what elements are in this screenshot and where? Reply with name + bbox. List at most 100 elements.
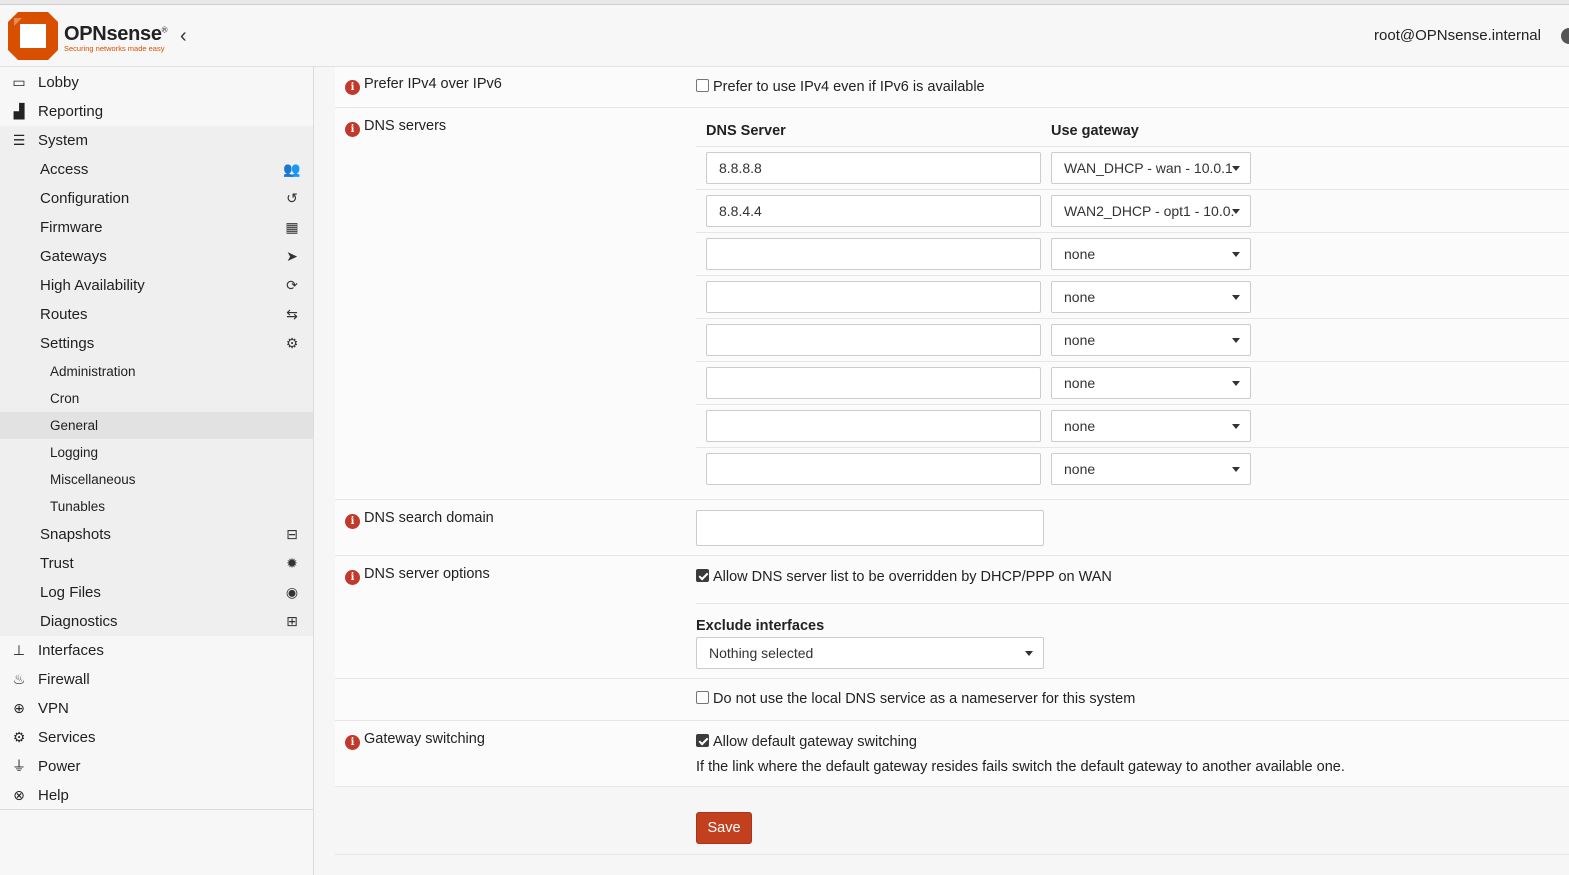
sidebar-item-label: System: [38, 132, 89, 149]
info-icon[interactable]: i: [345, 514, 360, 529]
sidebar-item-label: Configuration: [40, 190, 130, 207]
gateway-select[interactable]: WAN2_DHCP - opt1 - 10.0.:: [1051, 195, 1251, 227]
table-divider: [696, 318, 1569, 319]
sidebar-item-label: Services: [38, 729, 96, 746]
brand-tagline: Securing networks made easy: [64, 44, 165, 53]
row-gateway-switching: i Gateway switching Allow default gateway…: [335, 721, 1569, 787]
table-divider: [696, 361, 1569, 362]
history-icon: ↺: [286, 190, 298, 206]
dns-server-input[interactable]: [706, 410, 1041, 442]
sidebar-item-reporting[interactable]: ▟ Reporting: [0, 97, 313, 126]
sidebar-item-label: Routes: [40, 306, 88, 323]
sidebar-item-vpn[interactable]: ⊕ VPN: [0, 694, 313, 723]
dns-server-input[interactable]: [706, 367, 1041, 399]
sidebar-item-interfaces[interactable]: ⊥ Interfaces: [0, 636, 313, 665]
selected-value: none: [1064, 332, 1096, 348]
sidebar-item-label: Administration: [50, 364, 136, 379]
info-icon[interactable]: i: [345, 122, 360, 137]
cogs-icon: ⚙: [285, 335, 299, 351]
selected-value: none: [1064, 418, 1096, 434]
row-dns-servers: i DNS servers DNS Server Use gateway 8.8.…: [335, 108, 1569, 500]
exclude-interfaces-label: Exclude interfaces: [696, 618, 825, 634]
caret-down-icon: [1232, 209, 1240, 214]
sidebar-item-trust[interactable]: Trust ✹: [0, 549, 313, 578]
checkbox-label: Do not use the local DNS service as a na…: [713, 691, 1136, 707]
dns-server-input[interactable]: [706, 281, 1041, 313]
gateway-switching-checkbox[interactable]: [696, 734, 709, 747]
sidebar-item-label: Firmware: [40, 219, 103, 236]
selected-value: none: [1064, 289, 1096, 305]
sidebar-item-gateways[interactable]: Gateways ➤: [0, 242, 313, 271]
sidebar-item-system[interactable]: ☰ System: [0, 126, 313, 155]
sidebar-item-snapshots[interactable]: Snapshots ⊟: [0, 520, 313, 549]
dns-server-input[interactable]: 8.8.4.4: [706, 195, 1041, 227]
sidebar-item-label: Miscellaneous: [50, 472, 136, 487]
sidebar-item-log-files[interactable]: Log Files ◉: [0, 578, 313, 607]
checkbox-label: Allow DNS server list to be overridden b…: [713, 569, 1112, 585]
sidebar-item-miscellaneous[interactable]: Miscellaneous: [0, 466, 313, 493]
sidebar-item-cron[interactable]: Cron: [0, 385, 313, 412]
opnsense-logo-icon: [8, 12, 58, 60]
sidebar-item-logging[interactable]: Logging: [0, 439, 313, 466]
gateway-select[interactable]: none: [1051, 367, 1251, 399]
sidebar-item-configuration[interactable]: Configuration ↺: [0, 184, 313, 213]
sidebar-item-firmware[interactable]: Firmware ▦: [0, 213, 313, 242]
sidebar-item-firewall[interactable]: ♨ Firewall: [0, 665, 313, 694]
gateway-select[interactable]: none: [1051, 238, 1251, 270]
sidebar-item-general[interactable]: General: [0, 412, 313, 439]
prefer-ipv4-checkbox[interactable]: [696, 79, 709, 92]
caret-down-icon: [1232, 338, 1240, 343]
user-avatar[interactable]: [1561, 28, 1569, 44]
sidebar-item-routes[interactable]: Routes ⇆: [0, 300, 313, 329]
medkit-icon: ⊞: [286, 613, 298, 629]
dns-search-domain-input[interactable]: [696, 510, 1044, 546]
caret-down-icon: [1232, 166, 1240, 171]
sidebar-item-label: Tunables: [50, 499, 106, 514]
info-icon[interactable]: i: [345, 570, 360, 585]
sidebar-item-help[interactable]: ⊗ Help: [0, 781, 313, 810]
dns-server-input[interactable]: [706, 324, 1041, 356]
gateway-select[interactable]: none: [1051, 281, 1251, 313]
sidebar-item-settings[interactable]: Settings ⚙: [0, 329, 313, 358]
sidebar-item-access[interactable]: Access 👥: [0, 155, 313, 184]
sidebar-item-services[interactable]: ⚙ Services: [0, 723, 313, 752]
gateway-select[interactable]: none: [1051, 324, 1251, 356]
save-button[interactable]: Save: [696, 812, 752, 844]
row-dns-search-domain: i DNS search domain: [335, 500, 1569, 556]
eye-icon: ◉: [285, 584, 299, 600]
use-gateway-column-header: Use gateway: [1051, 123, 1139, 139]
sidebar-divider: [0, 809, 314, 810]
sidebar-item-administration[interactable]: Administration: [0, 358, 313, 385]
caret-down-icon: [1232, 424, 1240, 429]
sidebar-item-lobby[interactable]: ▭ Lobby: [0, 68, 313, 97]
collapse-sidebar-icon[interactable]: ‹: [180, 25, 187, 48]
map-signs-icon: ⇆: [286, 306, 298, 322]
exclude-interfaces-select[interactable]: Nothing selected: [696, 637, 1044, 669]
row-save: Save: [335, 787, 1569, 855]
sidebar-item-diagnostics[interactable]: Diagnostics ⊞: [0, 607, 313, 636]
table-divider: [696, 146, 1569, 147]
sidebar-item-tunables[interactable]: Tunables: [0, 493, 313, 520]
laptop-icon: ▭: [12, 74, 26, 90]
no-local-dns-checkbox[interactable]: [696, 691, 709, 704]
sidebar-item-high-availability[interactable]: High Availability ⟳: [0, 271, 313, 300]
dns-server-input[interactable]: [706, 238, 1041, 270]
info-icon[interactable]: i: [345, 735, 360, 750]
gateway-select[interactable]: none: [1051, 453, 1251, 485]
plug-icon: ⏚: [12, 758, 26, 774]
info-icon[interactable]: i: [345, 80, 360, 95]
sidebar-item-power[interactable]: ⏚ Power: [0, 752, 313, 781]
gateway-select[interactable]: WAN_DHCP - wan - 10.0.1.: [1051, 152, 1251, 184]
brand-name: OPNsense: [64, 23, 162, 45]
allow-override-checkbox[interactable]: [696, 569, 709, 582]
top-header: OPNsense® Securing networks made easy ‹ …: [0, 5, 1569, 67]
user-menu[interactable]: root@OPNsense.internal: [1374, 27, 1541, 44]
sidebar-item-label: General: [50, 418, 99, 433]
gateway-select[interactable]: none: [1051, 410, 1251, 442]
sidebar-item-label: Firewall: [38, 671, 90, 688]
sidebar-item-label: Settings: [40, 335, 95, 352]
refresh-icon: ⟳: [286, 277, 298, 293]
dns-server-input[interactable]: [706, 453, 1041, 485]
dns-server-input[interactable]: 8.8.8.8: [706, 152, 1041, 184]
row-label: DNS servers: [364, 118, 447, 134]
